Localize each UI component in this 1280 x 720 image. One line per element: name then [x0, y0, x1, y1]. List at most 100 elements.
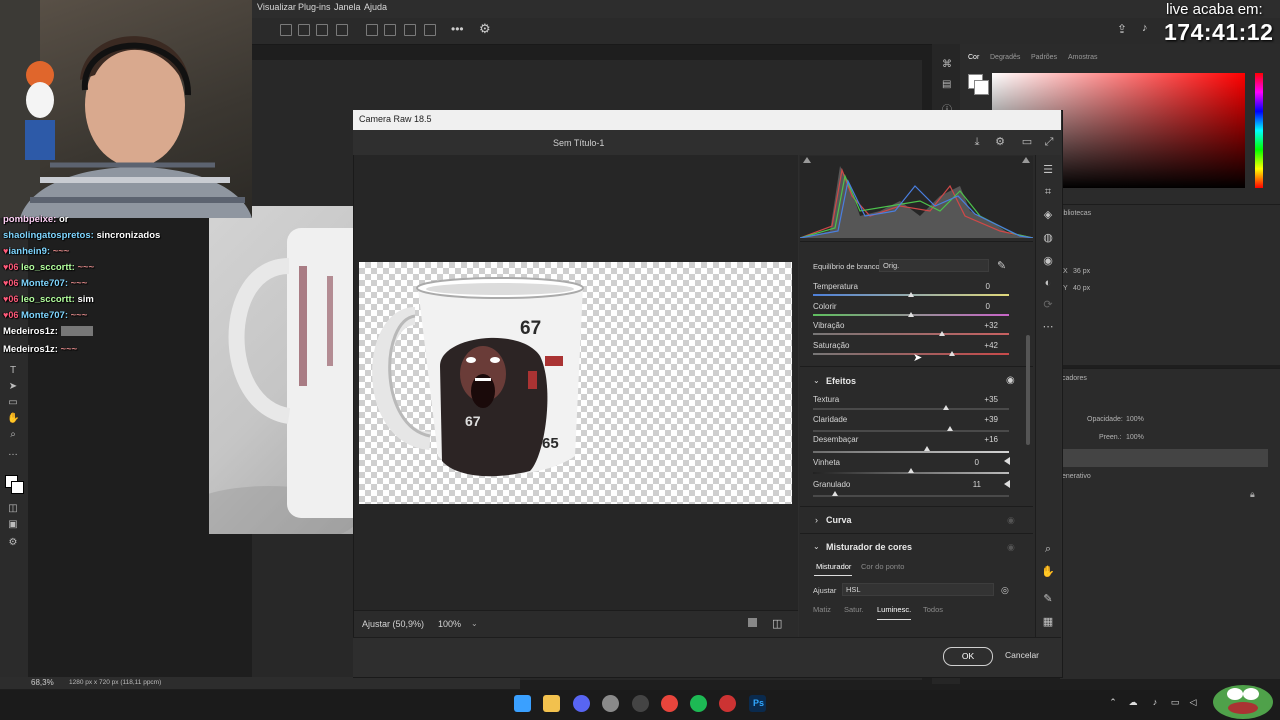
save-icon[interactable]: ⤓ — [971, 136, 983, 148]
tab-amostras[interactable]: Amostras — [1068, 54, 1098, 61]
zoom-icon[interactable]: ⌕ — [1041, 542, 1055, 556]
saturation-thumb[interactable] — [949, 351, 956, 356]
dialog-titlebar[interactable] — [353, 110, 1061, 130]
clarity-value[interactable]: +39 — [974, 415, 998, 424]
saturation-slider[interactable] — [813, 353, 1009, 355]
gear-icon[interactable]: ⚙ — [479, 21, 491, 37]
align-bottom-icon[interactable] — [404, 24, 416, 36]
crop-icon[interactable]: ⌗ — [1041, 185, 1055, 199]
vibrance-thumb[interactable] — [939, 331, 946, 336]
layer-name[interactable]: enerativo — [1062, 473, 1091, 480]
single-view-icon[interactable] — [748, 618, 757, 627]
masking-icon[interactable]: ◍ — [1041, 231, 1055, 245]
share-icon[interactable]: ⇪ — [1117, 22, 1127, 36]
media-player-icon[interactable] — [719, 695, 736, 712]
lock-icon[interactable]: 🔒︎ — [1250, 489, 1255, 500]
hand-icon[interactable]: ✋ — [1041, 565, 1055, 579]
align-right-icon[interactable] — [316, 24, 328, 36]
chevron-down-icon[interactable]: ⌄ — [471, 619, 478, 628]
eyedropper-icon[interactable]: ✎ — [997, 259, 1006, 272]
tab-mixer[interactable]: Misturador — [816, 562, 851, 571]
layer-row-selected[interactable] — [1060, 449, 1268, 467]
cancel-button[interactable]: Cancelar — [1002, 647, 1042, 664]
comments-icon[interactable]: ▤ — [942, 79, 951, 90]
screen-mode-icon[interactable]: ▣ — [7, 519, 19, 531]
grid-icon[interactable]: ▦ — [1041, 615, 1055, 629]
more-options-icon[interactable]: ••• — [451, 22, 464, 36]
windows-start-icon[interactable] — [514, 695, 531, 712]
grain-expand-icon[interactable] — [1004, 480, 1010, 488]
before-after-icon[interactable]: ◫ — [772, 617, 782, 630]
color-sampler-icon[interactable]: ✎ — [1041, 592, 1055, 606]
chevron-up-icon[interactable]: ⌃ — [1108, 697, 1118, 707]
expand-icon[interactable]: ⤢ — [1043, 136, 1055, 148]
adjust-dropdown[interactable]: HSL — [842, 583, 994, 596]
panel-scrollbar[interactable] — [1026, 335, 1030, 445]
dehaze-slider[interactable] — [813, 451, 1009, 453]
menu-janela[interactable]: Janela — [334, 2, 361, 12]
vignette-expand-icon[interactable] — [1004, 457, 1010, 465]
bell-icon[interactable]: ♪ — [1142, 22, 1148, 34]
shadow-clip-icon[interactable] — [803, 157, 811, 163]
vignette-value[interactable]: 0 — [955, 458, 979, 467]
ok-button[interactable]: OK — [943, 647, 993, 666]
tab-cor[interactable]: Cor — [968, 54, 979, 61]
curve-section-title[interactable]: Curva — [826, 515, 852, 525]
chrome-icon[interactable] — [661, 695, 678, 712]
snapshots-icon[interactable]: ⟳ — [1041, 298, 1055, 312]
status-zoom[interactable]: 68,3% — [31, 678, 54, 687]
texture-slider[interactable] — [813, 408, 1009, 410]
cloud-icon[interactable]: ☁ — [1128, 697, 1138, 707]
type-tool-icon[interactable]: T — [7, 365, 19, 377]
temperature-value[interactable]: 0 — [966, 282, 990, 291]
file-explorer-icon[interactable] — [543, 695, 560, 712]
history-icon[interactable]: ⌘ — [942, 59, 952, 70]
menu-visualizar[interactable]: Visualizar — [257, 2, 296, 12]
discord-icon[interactable] — [573, 695, 590, 712]
grain-value[interactable]: 11 — [957, 480, 981, 489]
network-icon[interactable]: ▭ — [1170, 697, 1180, 707]
eye-icon[interactable]: ◉ — [1007, 515, 1015, 526]
more-icon[interactable]: ⋯ — [1041, 320, 1055, 334]
eye-icon[interactable]: ◉ — [1007, 542, 1015, 553]
menu-plugins[interactable]: Plug-ins — [298, 2, 331, 12]
quick-mask-icon[interactable]: ◫ — [7, 503, 19, 515]
more-tools-icon[interactable]: … — [7, 447, 19, 459]
target-adjust-icon[interactable]: ◎ — [1001, 585, 1009, 596]
fullscreen-preview-icon[interactable]: ▭ — [1021, 136, 1033, 148]
rectangle-tool-icon[interactable]: ▭ — [7, 397, 19, 409]
chevron-down-icon[interactable]: ⌄ — [813, 542, 820, 551]
align-top-icon[interactable] — [366, 24, 378, 36]
texture-thumb[interactable] — [943, 405, 950, 410]
zoom-level[interactable]: 100% — [438, 619, 461, 629]
align-center-icon[interactable] — [298, 24, 310, 36]
white-balance-dropdown[interactable]: Orig. — [879, 259, 989, 272]
hue-slider[interactable] — [1255, 73, 1263, 188]
menu-ajuda[interactable]: Ajuda — [364, 2, 387, 12]
tab-degrades[interactable]: Degradês — [990, 54, 1020, 61]
settings-icon[interactable]: ⚙ — [994, 136, 1006, 148]
vibrance-slider[interactable] — [813, 333, 1009, 335]
vibrance-value[interactable]: +32 — [974, 321, 998, 330]
eraser-icon[interactable]: ◈ — [1041, 208, 1055, 222]
highlight-clip-icon[interactable] — [1022, 157, 1030, 163]
settings-icon[interactable] — [602, 695, 619, 712]
layers-tab[interactable]: cadores — [1062, 375, 1087, 382]
spotify-icon[interactable] — [690, 695, 707, 712]
tab-saturation[interactable]: Satur. — [844, 605, 864, 614]
tint-value[interactable]: 0 — [966, 302, 990, 311]
y-value[interactable]: 40 px — [1073, 285, 1090, 292]
effects-section-title[interactable]: Efeitos — [826, 376, 856, 386]
libraries-tab[interactable]: ibliotecas — [1062, 210, 1091, 217]
chevron-right-icon[interactable]: › — [815, 515, 818, 525]
tab-hue[interactable]: Matiz — [813, 605, 831, 614]
background-color-swatch[interactable] — [11, 481, 24, 494]
clarity-thumb[interactable] — [947, 426, 954, 431]
clarity-slider[interactable] — [813, 430, 1009, 432]
temperature-thumb[interactable] — [908, 292, 914, 297]
microphone-icon[interactable]: ♪ — [1150, 697, 1160, 707]
grain-thumb[interactable] — [831, 491, 838, 496]
opacity-value[interactable]: 100% — [1126, 416, 1144, 423]
align-space-icon[interactable] — [424, 24, 436, 36]
saturation-value[interactable]: +42 — [974, 341, 998, 350]
